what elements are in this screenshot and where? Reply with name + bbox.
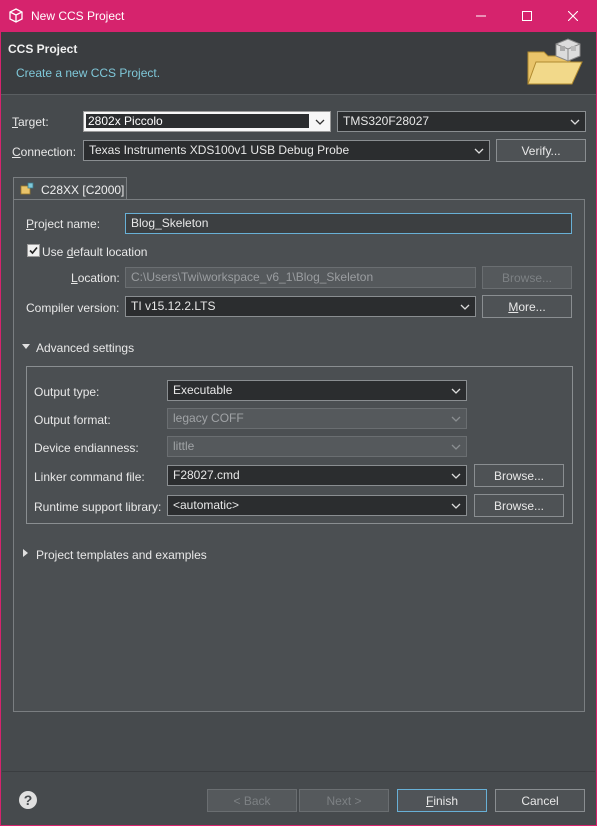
project-name-input[interactable]: Blog_Skeleton [125, 213, 572, 234]
minimize-icon [476, 15, 486, 17]
location-browse-button[interactable]: Browse... [482, 266, 572, 289]
use-default-location-label: Use default location [42, 245, 148, 259]
runtime-support-library-value: <automatic> [173, 498, 240, 512]
close-button[interactable] [550, 1, 596, 32]
compiler-version-select[interactable]: TI v15.12.2.LTS [125, 296, 476, 317]
chevron-down-icon [315, 119, 325, 125]
device-tab-icon [20, 182, 34, 195]
collapsed-triangle-icon[interactable] [22, 549, 30, 557]
back-button[interactable]: < Back [207, 789, 297, 812]
next-button[interactable]: Next > [299, 789, 389, 812]
linker-browse-button[interactable]: Browse... [474, 464, 564, 487]
target-label: Target: [12, 115, 49, 129]
target-family-value: 2802x Piccolo [86, 114, 309, 128]
output-format-value: legacy COFF [173, 411, 244, 425]
linker-command-file-combo[interactable]: F28027.cmd [167, 465, 467, 486]
connection-select[interactable]: Texas Instruments XDS100v1 USB Debug Pro… [83, 140, 490, 161]
compiler-more-button[interactable]: More... [482, 295, 572, 318]
wizard-header: CCS Project Create a new CCS Project. [1, 32, 596, 95]
verify-button[interactable]: Verify... [496, 139, 586, 162]
output-type-label: Output type: [34, 385, 100, 399]
svg-text:?: ? [24, 792, 33, 808]
chevron-down-icon [570, 119, 580, 125]
chevron-down-icon [451, 388, 461, 394]
checkmark-icon [29, 246, 38, 255]
location-input[interactable]: C:\Users\Twi\workspace_v6_1\Blog_Skeleto… [125, 267, 476, 288]
advanced-settings-toggle[interactable]: Advanced settings [36, 341, 134, 355]
tab-label: C28XX [C2000] [41, 183, 125, 197]
maximize-icon [522, 11, 532, 21]
window-title: New CCS Project [31, 9, 125, 23]
use-default-location-checkbox[interactable] [27, 244, 40, 257]
maximize-button[interactable] [504, 1, 550, 32]
chevron-down-icon [451, 444, 461, 450]
output-type-select[interactable]: Executable [167, 380, 467, 401]
folder-icon [527, 38, 583, 85]
runtime-support-library-combo[interactable]: <automatic> [167, 495, 467, 516]
target-family-select[interactable]: 2802x Piccolo [83, 111, 331, 132]
compiler-version-value: TI v15.12.2.LTS [131, 299, 216, 313]
chevron-down-icon [474, 148, 484, 154]
chevron-down-icon [451, 473, 461, 479]
page-description: Create a new CCS Project. [16, 66, 161, 80]
project-templates-toggle[interactable]: Project templates and examples [36, 548, 207, 562]
compiler-version-label: Compiler version: [26, 301, 120, 315]
device-endianness-label: Device endianness: [34, 441, 139, 455]
chevron-down-icon [451, 503, 461, 509]
minimize-button[interactable] [458, 1, 504, 32]
page-title: CCS Project [8, 42, 78, 56]
dialog-window: New CCS Project CCS Project Create a new… [0, 0, 597, 826]
project-name-label: Project name: [26, 217, 101, 231]
device-endianness-select[interactable]: little [167, 436, 467, 457]
device-endianness-value: little [173, 439, 195, 453]
cancel-button[interactable]: Cancel [495, 789, 585, 812]
cube-icon [9, 8, 23, 23]
chevron-down-icon [460, 304, 470, 310]
linker-command-file-label: Linker command file: [34, 470, 145, 484]
output-format-select[interactable]: legacy COFF [167, 408, 467, 429]
runtime-support-library-label: Runtime support library: [34, 500, 162, 514]
tab-c28xx[interactable]: C28XX [C2000] [13, 177, 127, 200]
location-label: Location: [71, 271, 120, 285]
linker-command-file-value: F28027.cmd [173, 468, 240, 482]
target-device-value: TMS320F28027 [343, 114, 430, 128]
title-bar: New CCS Project [1, 1, 596, 32]
help-icon[interactable]: ? [18, 790, 38, 810]
output-format-label: Output format: [34, 413, 111, 427]
finish-button[interactable]: Finish [397, 789, 487, 812]
target-device-select[interactable]: TMS320F28027 [337, 111, 586, 132]
expanded-triangle-icon[interactable] [22, 343, 30, 351]
close-icon [567, 10, 579, 22]
footer-separator [2, 771, 595, 772]
connection-value: Texas Instruments XDS100v1 USB Debug Pro… [89, 143, 350, 157]
rts-browse-button[interactable]: Browse... [474, 494, 564, 517]
chevron-down-icon [451, 416, 461, 422]
connection-label: Connection: [12, 145, 77, 159]
output-type-value: Executable [173, 383, 233, 397]
